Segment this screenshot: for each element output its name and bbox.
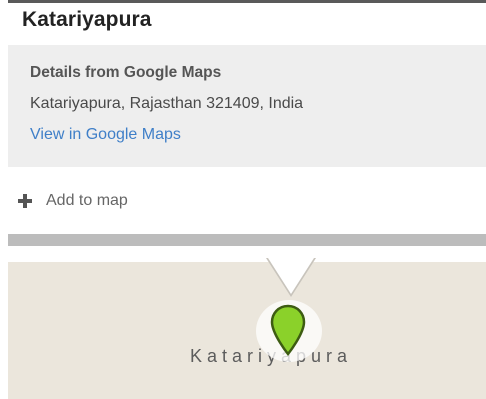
- map-pin-icon[interactable]: [270, 304, 306, 356]
- callout-pointer: [268, 258, 314, 294]
- details-address: Katariyapura, Rajasthan 321409, India: [30, 95, 304, 112]
- plus-icon: [18, 194, 32, 208]
- place-title: Katariyapura: [22, 8, 152, 31]
- details-heading: Details from Google Maps: [30, 64, 222, 81]
- add-to-map-button[interactable]: Add to map: [8, 167, 486, 234]
- add-to-map-label: Add to map: [46, 192, 128, 209]
- details-panel: Details from Google Maps Katariyapura, R…: [8, 45, 486, 167]
- place-card: Katariyapura Details from Google Maps Ka…: [8, 0, 486, 246]
- view-in-google-maps-link[interactable]: View in Google Maps: [30, 126, 181, 144]
- card-bottom-gap: [8, 246, 486, 262]
- card-divider: [8, 234, 486, 246]
- place-info-window: Katariyapura Details from Google Maps Ka…: [0, 0, 486, 399]
- top-border: [8, 0, 486, 3]
- map-view[interactable]: Katariyapura: [8, 262, 486, 399]
